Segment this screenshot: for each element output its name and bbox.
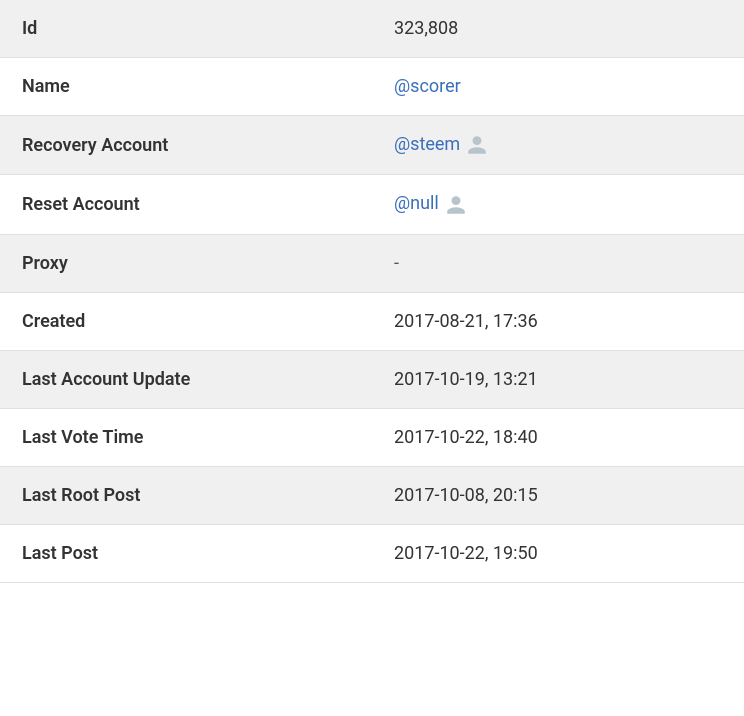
row-value: - (372, 234, 744, 292)
row-label: Id (0, 0, 372, 58)
table-row: Recovery Account @steem (0, 116, 744, 175)
row-value: 2017-10-22, 18:40 (372, 408, 744, 466)
row-value: 2017-10-19, 13:21 (372, 350, 744, 408)
row-value: 323,808 (372, 0, 744, 58)
table-row: Last Vote Time2017-10-22, 18:40 (0, 408, 744, 466)
row-value[interactable]: @scorer (372, 58, 744, 116)
table-row: Name @scorer (0, 58, 744, 116)
row-value: 2017-10-22, 19:50 (372, 524, 744, 582)
row-label: Name (0, 58, 372, 116)
table-row: Last Post2017-10-22, 19:50 (0, 524, 744, 582)
row-label: Last Vote Time (0, 408, 372, 466)
account-link[interactable]: @steem (394, 134, 460, 155)
row-label: Last Account Update (0, 350, 372, 408)
row-label: Proxy (0, 234, 372, 292)
table-row: Id323,808 (0, 0, 744, 58)
row-label: Last Post (0, 524, 372, 582)
row-label: Recovery Account (0, 116, 372, 175)
row-label: Reset Account (0, 175, 372, 234)
row-value[interactable]: @null (372, 175, 744, 234)
table-row: Proxy - (0, 234, 744, 292)
account-link[interactable]: @scorer (394, 76, 461, 97)
table-row: Last Root Post2017-10-08, 20:15 (0, 466, 744, 524)
table-row: Last Account Update2017-10-19, 13:21 (0, 350, 744, 408)
row-value: 2017-08-21, 17:36 (372, 292, 744, 350)
dash-value: - (394, 253, 399, 274)
row-label: Created (0, 292, 372, 350)
account-info-table: Id323,808Name @scorer Recovery Account @ste… (0, 0, 744, 583)
table-row: Created2017-08-21, 17:36 (0, 292, 744, 350)
user-icon (466, 134, 488, 156)
account-link[interactable]: @null (394, 193, 439, 214)
row-label: Last Root Post (0, 466, 372, 524)
row-value: 2017-10-08, 20:15 (372, 466, 744, 524)
table-row: Reset Account @null (0, 175, 744, 234)
row-value[interactable]: @steem (372, 116, 744, 175)
user-icon (445, 194, 467, 216)
